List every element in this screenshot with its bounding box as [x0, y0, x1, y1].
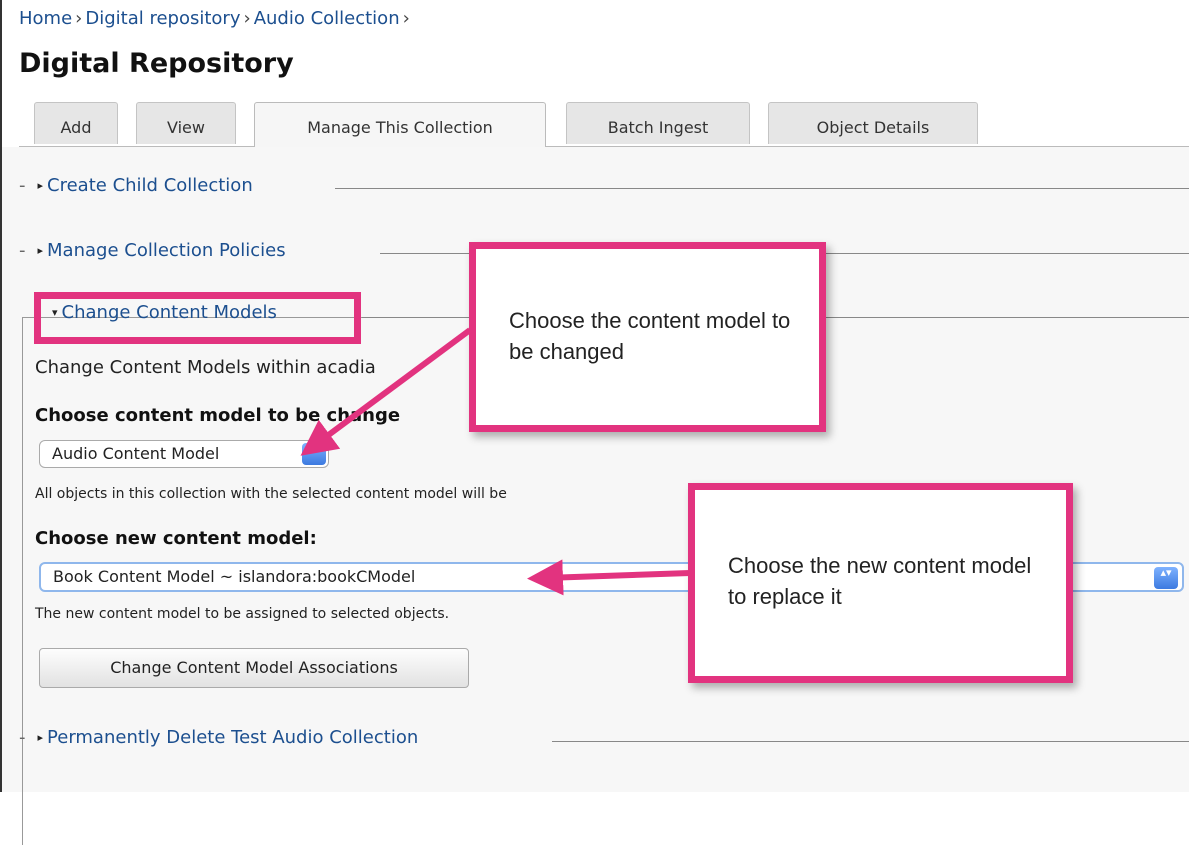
dash-marker: - [19, 175, 26, 196]
divider [335, 188, 1189, 189]
new-select-value: Book Content Model ~ islandora:bookCMode… [53, 567, 416, 586]
breadcrumb: Home › Digital repository › Audio Collection… [19, 8, 413, 29]
legend-permanently-delete[interactable]: Permanently Delete Test Audio Collection [47, 727, 418, 748]
page-title: Digital Repository [19, 48, 294, 79]
callout-first-text: Choose the content model to be changed [509, 308, 791, 364]
collapsed-arrow-icon: ▸ [37, 244, 44, 257]
tab-bar: Add View Manage This Collection Batch In… [19, 102, 1189, 147]
breadcrumb-digital-repository[interactable]: Digital repository [85, 8, 240, 29]
breadcrumb-separator: › [243, 8, 251, 29]
old-content-model-select[interactable]: Audio Content Model ▴▾ [39, 440, 329, 468]
callout-choose-new-model: Choose the new content model to replace … [688, 483, 1073, 683]
tab-batch-ingest[interactable]: Batch Ingest [566, 102, 750, 144]
tab-view[interactable]: View [136, 102, 236, 144]
dash-marker: - [19, 240, 26, 261]
tab-add[interactable]: Add [34, 102, 118, 144]
breadcrumb-separator: › [75, 8, 83, 29]
fieldset-manage-collection-policies[interactable]: - ▸ Manage Collection Policies [19, 240, 286, 266]
new-model-help: The new content model to be assigned to … [35, 606, 450, 622]
new-model-label: Choose new content model: [35, 528, 317, 549]
select-arrow-icon: ▴▾ [1154, 567, 1178, 589]
change-content-model-associations-button[interactable]: Change Content Model Associations [39, 648, 469, 688]
breadcrumb-home[interactable]: Home [19, 8, 72, 29]
fieldset-permanently-delete[interactable]: - ▸ Permanently Delete Test Audio Collecti… [19, 727, 418, 753]
collapsed-arrow-icon: ▸ [37, 731, 44, 744]
fieldset-create-child-collection[interactable]: - ▸ Create Child Collection [19, 175, 253, 201]
legend-create-child-collection[interactable]: Create Child Collection [47, 175, 253, 196]
dash-marker: - [19, 727, 26, 748]
tab-manage-this-collection[interactable]: Manage This Collection [254, 102, 546, 147]
callout-second-text: Choose the new content model to replace … [728, 553, 1032, 609]
old-model-help: All objects in this collection with the … [35, 486, 507, 502]
callout-choose-old-model: Choose the content model to be changed [469, 242, 826, 432]
select-arrow-icon: ▴▾ [302, 443, 326, 465]
breadcrumb-audio-collection[interactable]: Audio Collection [254, 8, 400, 29]
tab-object-details[interactable]: Object Details [768, 102, 978, 144]
old-select-value: Audio Content Model [52, 444, 220, 463]
highlight-change-content-models [34, 292, 361, 344]
legend-manage-collection-policies[interactable]: Manage Collection Policies [47, 240, 286, 261]
breadcrumb-separator: › [402, 8, 410, 29]
change-models-intro: Change Content Models within acadia [35, 357, 376, 378]
divider [552, 741, 1189, 742]
collapsed-arrow-icon: ▸ [37, 179, 44, 192]
old-model-label: Choose content model to be change [35, 405, 401, 426]
